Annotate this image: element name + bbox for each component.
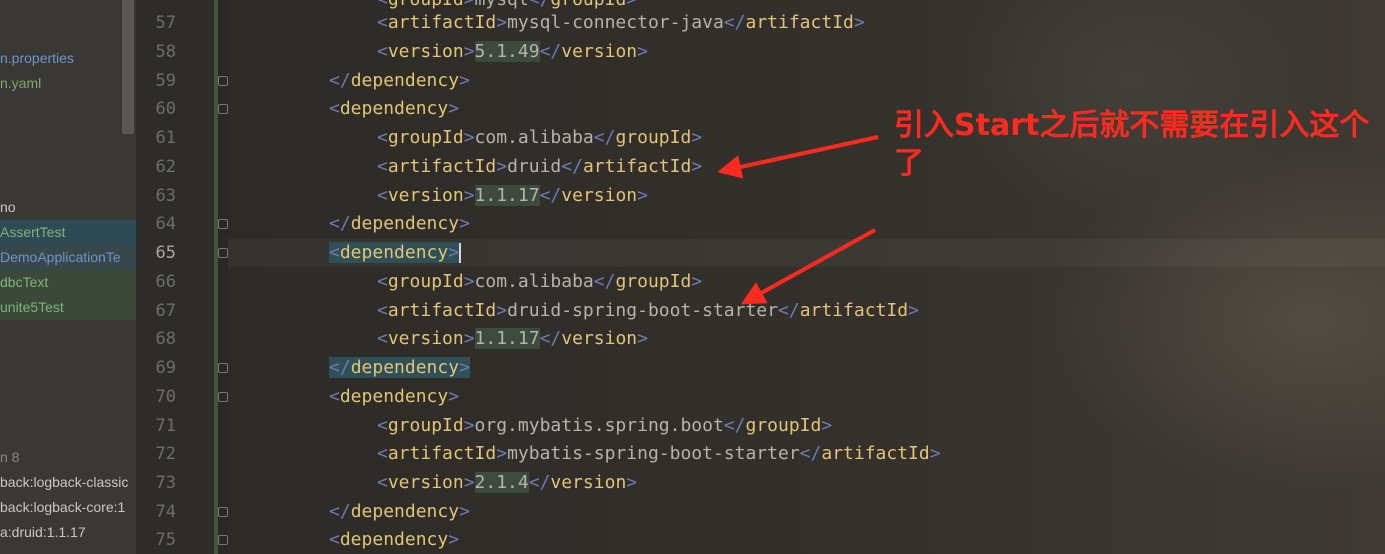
arrow-icon <box>740 228 876 305</box>
annotation-arrows <box>717 135 879 305</box>
annotation-note: 引入Start之后就不需要在引入这个了 <box>894 108 1370 181</box>
arrow-icon <box>717 135 879 179</box>
